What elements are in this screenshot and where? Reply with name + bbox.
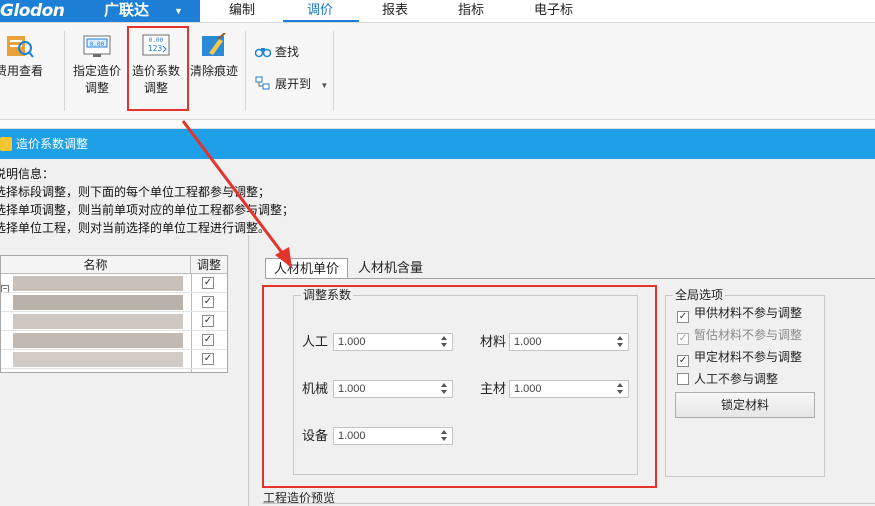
option-label: 暂估材料不参与调整 <box>694 328 803 342</box>
specify-price-label-2: 调整 <box>84 81 109 95</box>
ribbon-separator <box>333 31 334 111</box>
info-text: 说明信息： 选择标段调整，则下面的每个单位工程都参与调整； 选择单项调整，则当前… <box>0 165 294 237</box>
table-row[interactable]: ✓ <box>1 293 227 312</box>
table-row[interactable]: ✓ <box>1 350 227 369</box>
tree-expand-icon <box>255 76 271 90</box>
menu-indicators[interactable]: 指标 <box>458 0 484 22</box>
adjust-checkbox[interactable]: ✓ <box>202 353 214 365</box>
binoculars-icon <box>254 44 272 58</box>
specify-price-adjust-button[interactable]: 0.00 指定造价 调整 <box>68 33 126 97</box>
menu-e-bid[interactable]: 电子标 <box>534 0 573 22</box>
expand-dropdown-icon[interactable]: ▼ <box>320 81 328 90</box>
info-line: 选择单项调整，则当前单项对应的单位工程都参与调整； <box>0 203 295 217</box>
find-label: 查找 <box>275 45 300 59</box>
dialog-body: 说明信息： 选择标段调整，则下面的每个单位工程都参与调整； 选择单项调整，则当前… <box>0 159 875 506</box>
table-row[interactable]: ✓ <box>1 312 227 331</box>
ribbon-under-strip <box>0 120 875 129</box>
checkbox[interactable]: ✓ <box>677 355 689 367</box>
table-row[interactable]: ✓ <box>1 331 227 350</box>
svg-text:0.00: 0.00 <box>90 41 105 48</box>
highlight-frame-coefficients <box>262 285 657 488</box>
info-line: 选择单位工程，则对当前选择的单位工程进行调整。 <box>0 221 271 235</box>
adjust-checkbox[interactable]: ✓ <box>202 334 214 346</box>
project-tree-grid[interactable]: 名称 调整 − ✓ ✓ ✓ ✓ ✓ <box>0 255 228 373</box>
broom-icon <box>199 32 229 59</box>
option-exclude-labor[interactable]: 人工不参与调整 <box>677 371 778 387</box>
pane-divider[interactable] <box>248 235 249 506</box>
menu-price-adjust[interactable]: 调价 <box>307 0 333 22</box>
row-name-blurred <box>13 314 183 329</box>
specify-price-icon: 0.00 <box>82 33 112 59</box>
specify-price-label-1: 指定造价 <box>72 64 121 78</box>
menu-edit[interactable]: 编制 <box>229 0 255 22</box>
highlight-frame-coefficient-button <box>127 26 189 111</box>
checkbox[interactable]: ✓ <box>677 311 689 323</box>
grid-header: 名称 调整 <box>1 256 227 274</box>
grid-header-name: 名称 <box>1 256 191 274</box>
logo-cn-text: 广联达 <box>104 2 150 19</box>
ribbon-separator <box>245 31 246 111</box>
ribbon-separator <box>64 31 65 111</box>
checkbox[interactable] <box>677 373 689 385</box>
row-name-blurred <box>13 352 183 367</box>
find-button[interactable]: 查找 <box>254 43 300 61</box>
table-row[interactable]: ✓ <box>1 274 227 293</box>
tab-content-quantity[interactable]: 人材机含量 <box>350 258 431 278</box>
adjust-checkbox[interactable]: ✓ <box>202 315 214 327</box>
row-name-blurred <box>13 295 183 310</box>
global-options-label: 全局选项 <box>673 288 726 302</box>
dialog-app-icon <box>0 137 12 151</box>
clear-marks-label: 清除痕迹 <box>189 64 238 78</box>
row-name-blurred <box>13 276 183 291</box>
checkbox: ✓ <box>677 333 689 345</box>
grid-rows: ✓ ✓ ✓ ✓ ✓ <box>1 274 227 369</box>
option-label: 甲定材料不参与调整 <box>694 350 803 364</box>
option-label: 甲供材料不参与调整 <box>694 306 803 320</box>
fee-view-icon <box>4 33 34 59</box>
app-logo[interactable]: Glodon 广联达 ▼ <box>0 0 200 22</box>
tab-unit-price[interactable]: 人材机单价 <box>265 258 349 279</box>
option-exclude-estimated: ✓ 暂估材料不参与调整 <box>677 327 802 345</box>
adjust-checkbox[interactable]: ✓ <box>202 277 214 289</box>
row-name-blurred <box>13 333 183 348</box>
expand-to-label: 展开到 <box>275 77 312 91</box>
adjust-checkbox[interactable]: ✓ <box>202 296 214 308</box>
logo-dropdown-icon[interactable]: ▼ <box>174 0 183 22</box>
logo-text: Glodon <box>0 1 65 21</box>
option-exclude-owner-specified[interactable]: ✓ 甲定材料不参与调整 <box>677 349 802 367</box>
top-menu-bar: Glodon 广联达 ▼ 编制 调价 报表 指标 电子标 <box>0 0 875 22</box>
fee-view-button[interactable]: 费用查看 <box>0 33 48 80</box>
expand-to-button[interactable]: 展开到 ▼ <box>255 75 328 95</box>
fee-view-label: 费用查看 <box>0 64 43 78</box>
grid-header-adjust: 调整 <box>196 258 221 272</box>
option-label: 人工不参与调整 <box>694 372 779 386</box>
lock-materials-button[interactable]: 锁定材料 <box>675 392 815 418</box>
dialog-title-bar[interactable]: 造价系数调整 <box>0 129 875 159</box>
dialog-title: 造价系数调整 <box>16 137 89 151</box>
info-line: 选择标段调整，则下面的每个单位工程都参与调整； <box>0 185 271 199</box>
option-exclude-owner-supplied[interactable]: ✓ 甲供材料不参与调整 <box>677 305 802 323</box>
clear-marks-button[interactable]: 清除痕迹 <box>186 32 242 80</box>
info-line: 说明信息： <box>0 167 55 181</box>
tab-strip-line <box>265 278 875 279</box>
menu-reports[interactable]: 报表 <box>382 0 408 22</box>
